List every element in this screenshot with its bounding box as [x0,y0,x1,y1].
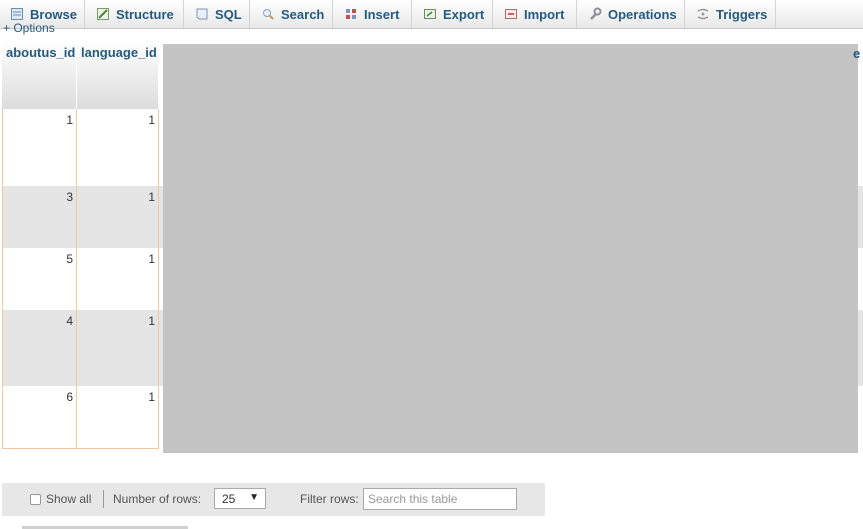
tab-operations[interactable]: Operations [578,0,685,28]
grid-line [158,109,159,449]
tab-label: Insert [364,6,400,22]
grid-line [2,448,159,449]
browse-icon [10,7,24,21]
cell-aboutus-id: 4 [66,314,73,328]
filter-rows-label: Filter rows: [300,492,359,506]
tab-label: Browse [30,6,77,22]
tab-label: Search [281,6,325,22]
tab-label: Structure [116,6,174,22]
caret-down-icon: ▼ [249,492,259,503]
tab-label: Export [443,6,485,22]
options-link[interactable]: + Options [3,21,55,35]
tab-export[interactable]: Export [413,0,493,28]
import-icon [504,7,518,21]
tab-sql[interactable]: SQL [185,0,250,28]
cell-language-id: 1 [148,390,155,404]
show-all-label[interactable]: Show all [46,492,91,506]
cell-aboutus-id: 1 [66,113,73,127]
wrench-icon [588,7,602,21]
export-icon [423,7,437,21]
grid-line [76,109,77,449]
tab-search[interactable]: Search [251,0,333,28]
tab-import[interactable]: Import [494,0,577,28]
column-header-fragment: e [853,46,861,61]
tab-triggers[interactable]: Triggers [686,0,776,28]
sql-icon [195,7,209,21]
rows-count-select[interactable]: 25 ▼ [214,488,266,509]
column-header-language-id[interactable]: language_id [77,41,159,109]
cell-aboutus-id: 3 [66,190,73,204]
rows-count-label: Number of rows: [113,492,202,506]
grid-line [2,109,3,449]
table-navigation-bar: Show all Number of rows: 25 ▼ Filter row… [2,483,545,516]
cell-aboutus-id: 5 [66,252,73,266]
structure-icon [96,7,110,21]
tab-insert[interactable]: Insert [334,0,412,28]
cell-language-id: 1 [148,113,155,127]
filter-rows-input[interactable] [363,488,517,510]
cell-language-id: 1 [148,190,155,204]
tab-label: SQL [215,6,242,22]
tab-label: Triggers [716,6,768,22]
search-icon [261,7,275,21]
column-header-aboutus-id[interactable]: aboutus_id [2,41,77,109]
triggers-icon [696,7,710,21]
rows-count-value: 25 [222,492,236,506]
tab-label: Import [524,6,565,22]
tab-label: Operations [608,6,677,22]
cell-aboutus-id: 6 [66,390,73,404]
redacted-area [163,44,858,453]
divider [103,490,104,508]
tab-bar: Browse Structure SQL Search Insert Expor… [0,0,863,29]
insert-icon [344,7,358,21]
show-all-checkbox[interactable] [30,494,41,505]
cell-language-id: 1 [148,252,155,266]
tab-structure[interactable]: Structure [86,0,184,28]
cell-language-id: 1 [148,314,155,328]
